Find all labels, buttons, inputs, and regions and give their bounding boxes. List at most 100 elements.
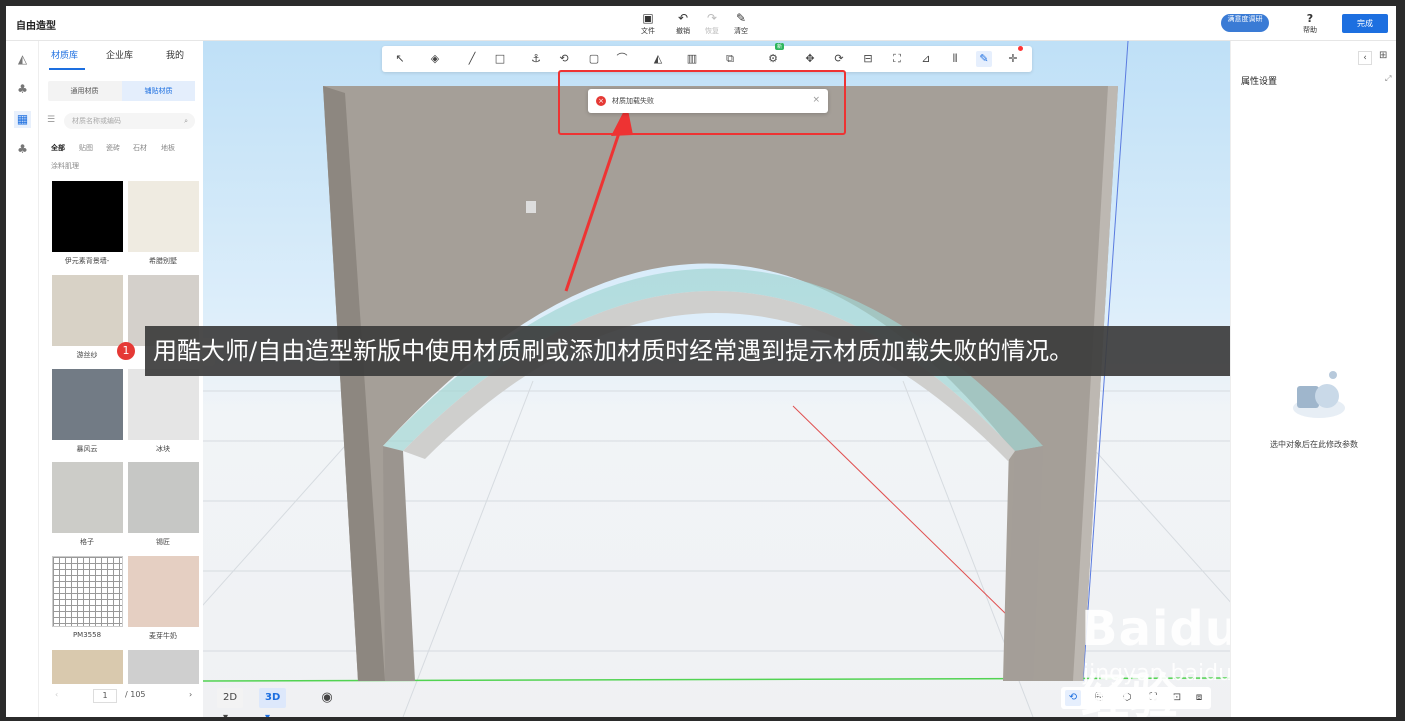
material-swatch[interactable] <box>52 181 123 252</box>
category-stone[interactable]: 石材 <box>133 143 147 153</box>
material-type-switch: 通用材质 铺贴材质 <box>48 81 195 101</box>
material-swatch[interactable] <box>52 275 123 346</box>
measure-tool-icon[interactable]: ⊿ <box>918 51 934 67</box>
objects-icon[interactable]: ♣ <box>14 141 31 158</box>
category-floor[interactable]: 地板 <box>161 143 175 153</box>
gizmo-tool-icon[interactable]: ✛ <box>1005 51 1021 67</box>
baidu-watermark: Baidu经验 <box>1081 601 1230 717</box>
error-toast: × 材质加载失败 × <box>588 89 828 113</box>
material-swatch[interactable] <box>52 556 123 627</box>
material-brush-icon[interactable]: ✎ <box>976 51 992 67</box>
scale-tool-icon[interactable]: ⛶ <box>889 51 905 67</box>
search-placeholder: 材质名称或编码 <box>72 117 121 125</box>
material-name: PM3558 <box>72 631 102 639</box>
next-page-icon[interactable]: › <box>189 690 192 699</box>
material-swatch[interactable] <box>128 181 199 252</box>
rectangle-tool-icon[interactable]: □ <box>492 51 508 67</box>
clear-button[interactable]: ✎ 清空 <box>727 10 755 36</box>
properties-title: 属性设置 <box>1241 77 1278 87</box>
category-texture[interactable]: 贴图 <box>79 143 93 153</box>
category-all[interactable]: 全部 <box>51 143 65 153</box>
array-tool-icon[interactable]: ▥ <box>684 51 700 67</box>
toast-message: 材质加载失败 <box>612 97 654 105</box>
move-tool-icon[interactable]: ✥ <box>802 51 818 67</box>
material-swatch[interactable] <box>128 650 199 684</box>
tab-material-library[interactable]: 材质库 <box>51 48 78 61</box>
category-paint-texture[interactable]: 涂料肌理 <box>51 161 79 171</box>
empty-selection-hint: 选中对象后在此修改参数 <box>1270 440 1358 449</box>
search-icon[interactable]: ⌕ <box>184 113 188 129</box>
material-swatch[interactable] <box>128 462 199 533</box>
baidu-watermark-url: jingyan.baidu.com <box>1083 661 1230 686</box>
model-library-icon[interactable]: ◭ <box>14 51 31 68</box>
material-name: 暴风云 <box>76 445 98 453</box>
notification-dot <box>1018 46 1023 51</box>
file-button[interactable]: ▣ 文件 <box>634 10 662 36</box>
redo-button[interactable]: ↷ 恢复 <box>698 10 726 36</box>
layout-icon[interactable]: ⊞ <box>1379 50 1387 61</box>
app-window: 自由造型 ▣ 文件 ↶ 撤销 ↷ 恢复 ✎ 清空 满意度调研 ? 帮助 完成 ◭ ♣ ▦ … <box>6 6 1396 717</box>
smart-tool-icon[interactable]: ⚙ <box>765 51 781 67</box>
material-name: 游丝纱 <box>76 351 98 359</box>
collapse-right-panel-icon[interactable]: ‹ <box>1358 51 1372 65</box>
mode-3d-button[interactable]: 3D ▾ <box>259 688 287 717</box>
material-swatch[interactable] <box>52 462 123 533</box>
new-badge: 新 <box>775 43 785 50</box>
material-name: 伊元素背景墙- <box>64 257 110 265</box>
app-title: 自由造型 <box>16 21 56 32</box>
orbit-tool-icon[interactable]: ⟳ <box>831 51 847 67</box>
list-view-icon[interactable]: ☰ <box>47 115 55 125</box>
material-name: 锡匠 <box>156 538 170 546</box>
arch-model <box>203 41 1230 717</box>
active-tab-indicator <box>49 68 85 70</box>
mirror-tool-icon[interactable]: ◭ <box>650 51 666 67</box>
material-name: 格子 <box>80 538 94 546</box>
push-pull-icon[interactable]: ⚓ <box>528 51 544 67</box>
tab-mine[interactable]: 我的 <box>166 48 184 61</box>
left-icon-rail: ◭ ♣ ▦ ♣ <box>6 41 39 717</box>
undo-button[interactable]: ↶ 撤销 <box>669 10 697 36</box>
modeling-toolbar: ↖ ◈ ╱ □ ⚓ ⟲ ▢ ⌒ ◭ ▥ ⧉ ⚙ 新 ✥ ⟳ ⊟ ⛶ ⊿ ⫴ ✎ … <box>382 43 1032 72</box>
help-button[interactable]: ? 帮助 <box>1298 12 1322 35</box>
mode-2d-button[interactable]: 2D ▾ <box>217 688 244 717</box>
empty-selection-illustration <box>1293 371 1345 418</box>
prev-page-icon[interactable]: ‹ <box>55 690 58 699</box>
material-search-input[interactable]: 材质名称或编码 ⌕ <box>64 113 195 129</box>
copy-tool-icon[interactable]: ⧉ <box>722 51 738 67</box>
section-tool-icon[interactable]: ⊟ <box>860 51 876 67</box>
caption-step-number: 1 <box>117 342 135 360</box>
material-swatch[interactable] <box>52 650 123 684</box>
camera-orbit-icon[interactable]: ⟲ <box>1065 690 1081 706</box>
expand-icon[interactable]: ⤢ <box>1385 74 1391 84</box>
satisfaction-survey-badge[interactable]: 满意度调研 <box>1221 14 1269 32</box>
done-button[interactable]: 完成 <box>1342 14 1388 33</box>
arc-tool-icon[interactable]: ⌒ <box>614 51 630 67</box>
caption-overlay: 用酷大师/自由造型新版中使用材质刷或添加材质时经常遇到提示材质加载失败的情况。 <box>145 326 1278 376</box>
align-tool-icon[interactable]: ⫴ <box>947 51 963 67</box>
visibility-icon[interactable]: ◉ <box>317 688 337 708</box>
top-header: 自由造型 ▣ 文件 ↶ 撤销 ↷ 恢复 ✎ 清空 满意度调研 ? 帮助 完成 <box>6 6 1396 41</box>
material-swatch[interactable] <box>52 369 123 440</box>
rotate-tool-icon[interactable]: ⟲ <box>556 51 572 67</box>
close-icon[interactable]: × <box>812 95 820 105</box>
3d-viewport[interactable]: ↖ ◈ ╱ □ ⚓ ⟲ ▢ ⌒ ◭ ▥ ⧉ ⚙ 新 ✥ ⟳ ⊟ ⛶ ⊿ ⫴ ✎ … <box>203 41 1230 717</box>
page-total: / 105 <box>125 690 146 699</box>
page-input[interactable]: 1 <box>93 689 117 703</box>
segment-tiling-material[interactable]: 铺贴材质 <box>122 81 195 101</box>
error-icon: × <box>596 96 606 106</box>
select-tool-icon[interactable]: ↖ <box>392 51 408 67</box>
material-swatch[interactable] <box>128 556 199 627</box>
material-panel: 材质库 企业库 我的 通用材质 铺贴材质 ☰ 材质名称或编码 ⌕ 全部 贴图 瓷… <box>39 41 203 717</box>
file-icon: ▣ <box>642 11 654 25</box>
offset-tool-icon[interactable]: ▢ <box>586 51 602 67</box>
material-name: 希腊别墅 <box>149 257 177 265</box>
material-icon[interactable]: ▦ <box>14 111 31 128</box>
tab-enterprise-library[interactable]: 企业库 <box>106 48 133 61</box>
category-tile[interactable]: 瓷砖 <box>106 143 120 153</box>
component-icon[interactable]: ♣ <box>14 81 31 98</box>
paint-bucket-icon[interactable]: ◈ <box>427 51 443 67</box>
material-swatch[interactable] <box>128 369 199 440</box>
line-tool-icon[interactable]: ╱ <box>464 51 480 67</box>
material-name: 麦芽牛奶 <box>149 632 177 640</box>
segment-general-material[interactable]: 通用材质 <box>48 81 121 101</box>
